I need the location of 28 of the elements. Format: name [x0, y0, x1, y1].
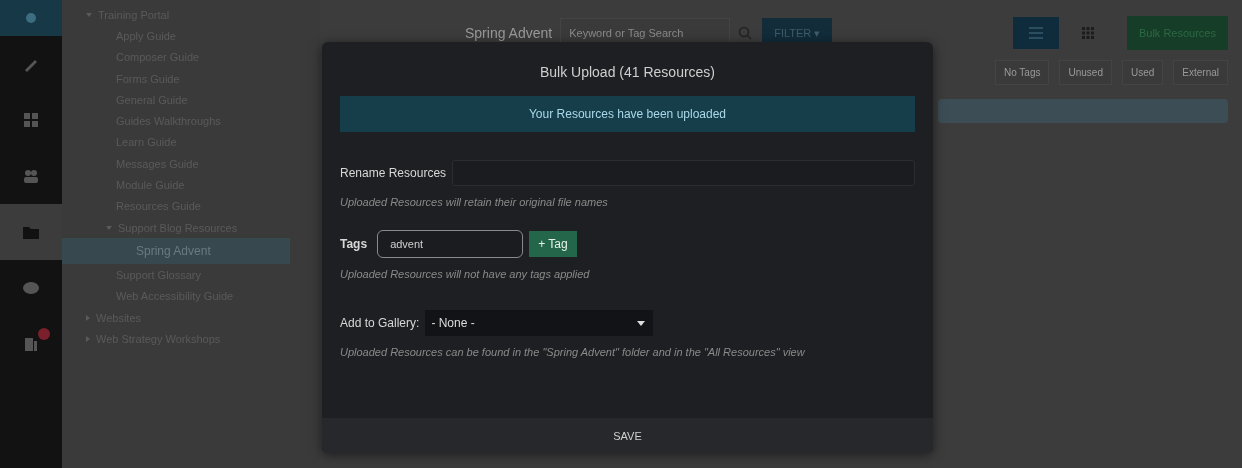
grid-icon — [22, 111, 40, 129]
list-view-button[interactable] — [1012, 17, 1059, 49]
help-text: Uploaded Resources will not have any tags applied — [340, 268, 591, 280]
add-tag-button[interactable]: + Tag — [529, 231, 577, 257]
help-text: Uploaded Resources can be found in the "Spring Advent" folder and in the "All Resources" view — [340, 346, 806, 358]
field-label: Tags — [340, 237, 368, 251]
success-alert: Your Resources have been uploaded — [340, 96, 915, 132]
dialog-title: Bulk Upload (41 Resources) — [538, 63, 717, 82]
list-icon — [1028, 27, 1043, 39]
filter-chip[interactable]: No Tags — [994, 60, 1050, 85]
filter-chip[interactable]: Used — [1121, 60, 1164, 85]
gallery-dropdown[interactable]: - None - — [425, 310, 654, 336]
field-label: Add to Gallery: — [340, 316, 420, 330]
folder-title: Spring Advent — [465, 25, 553, 41]
caret-icon — [637, 320, 646, 326]
people-icon — [22, 167, 40, 185]
field-label: Rename Resources — [340, 166, 447, 180]
help-text: Uploaded Resources will retain their original file names — [340, 196, 609, 208]
rail-button[interactable] — [0, 204, 62, 260]
filter-chip[interactable]: External — [1173, 60, 1228, 85]
filter-chip[interactable]: Unused — [1059, 60, 1112, 85]
save-button[interactable]: SAVE — [603, 423, 652, 448]
search-icon[interactable] — [738, 26, 753, 40]
tag-field[interactable]: advent — [377, 230, 524, 258]
rail-button[interactable] — [0, 0, 62, 36]
grid-icon — [1081, 27, 1094, 39]
chat-bubble-icon — [22, 279, 40, 297]
book-icon — [22, 335, 40, 353]
